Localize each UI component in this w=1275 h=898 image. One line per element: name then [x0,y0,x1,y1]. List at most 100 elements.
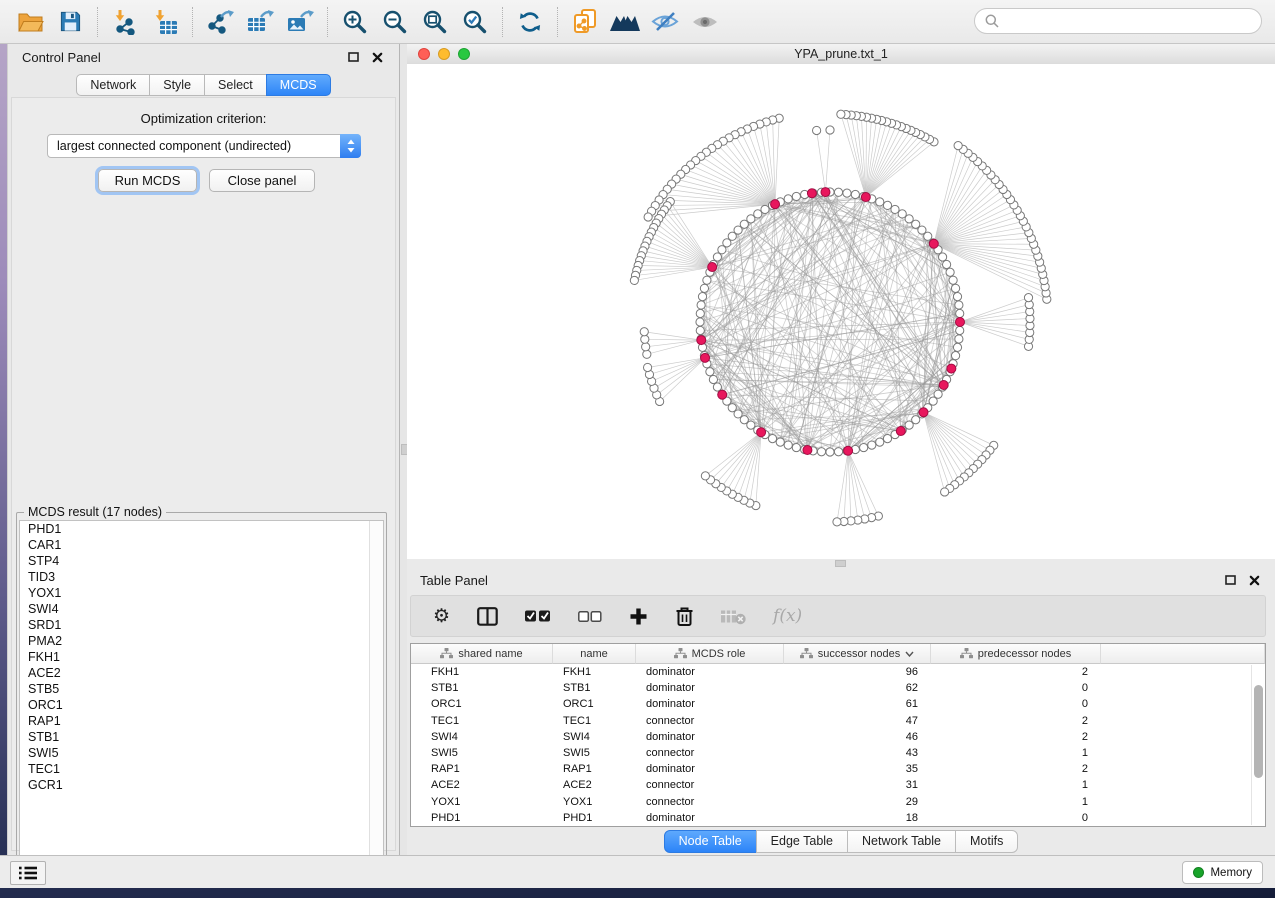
table-cell-predecessor_nodes[interactable]: 1 [931,747,1101,759]
table-cell-mcds_role[interactable]: dominator [636,666,784,678]
table-cell-successor_nodes[interactable]: 29 [784,796,931,808]
table-cell-mcds_role[interactable]: dominator [636,763,784,775]
table-cell-mcds_role[interactable]: connector [636,747,784,759]
mcds-result-item[interactable]: CAR1 [20,537,383,553]
export-image-button[interactable] [280,3,320,41]
add-column-icon[interactable] [629,607,648,626]
table-options-gear-icon[interactable]: ⚙ [433,607,450,626]
table-cell-shared_name[interactable]: YOX1 [411,796,553,808]
table-cell-name[interactable]: STB1 [553,682,636,694]
table-cell-name[interactable]: RAP1 [553,763,636,775]
mcds-result-item[interactable]: TID3 [20,569,383,585]
mcds-result-item[interactable]: RAP1 [20,713,383,729]
select-all-icon[interactable] [525,609,551,623]
table-cell-predecessor_nodes[interactable]: 2 [931,715,1101,727]
close-panel-icon[interactable] [369,49,385,65]
table-row[interactable]: ACE2ACE2connector311 [411,777,1265,793]
criterion-select[interactable]: largest connected component (undirected) [47,134,361,158]
table-cell-successor_nodes[interactable]: 61 [784,698,931,710]
export-table-button[interactable] [240,3,280,41]
table-cell-shared_name[interactable]: SWI4 [411,731,553,743]
close-panel-button[interactable]: Close panel [209,169,315,192]
table-cell-predecessor_nodes[interactable]: 1 [931,796,1101,808]
clone-network-button[interactable] [565,3,605,41]
zoom-fit-button[interactable] [415,3,455,41]
table-cell-predecessor_nodes[interactable]: 0 [931,812,1101,824]
table-row[interactable]: RAP1RAP1dominator352 [411,761,1265,777]
table-cell-mcds_role[interactable]: connector [636,715,784,727]
export-network-button[interactable] [200,3,240,41]
network-frame-titlebar[interactable]: YPA_prune.txt_1 [407,44,1275,65]
table-cell-predecessor_nodes[interactable]: 0 [931,682,1101,694]
deselect-all-icon[interactable] [578,610,602,623]
mcds-result-item[interactable]: PHD1 [20,521,383,537]
mcds-result-item[interactable]: GCR1 [20,777,383,793]
search-box[interactable] [974,8,1262,34]
show-columns-icon[interactable] [477,607,498,626]
mcds-result-item[interactable]: SRD1 [20,617,383,633]
scrollbar-thumb[interactable] [1254,685,1263,778]
float-panel-icon[interactable] [345,49,361,65]
table-row[interactable]: PHD1PHD1dominator180 [411,810,1265,826]
zoom-window-icon[interactable] [458,48,470,60]
mcds-result-item[interactable]: PMA2 [20,633,383,649]
mcds-result-item[interactable]: ORC1 [20,697,383,713]
mcds-result-item[interactable]: SWI5 [20,745,383,761]
table-cell-name[interactable]: PHD1 [553,812,636,824]
column-header-shared-name[interactable]: shared name [411,644,553,664]
import-table-button[interactable] [145,3,185,41]
search-input[interactable] [1005,13,1251,29]
table-cell-shared_name[interactable]: FKH1 [411,666,553,678]
vertical-splitter[interactable] [400,44,407,856]
tab-style[interactable]: Style [149,74,205,96]
table-cell-name[interactable]: SWI4 [553,731,636,743]
table-cell-successor_nodes[interactable]: 31 [784,779,931,791]
table-cell-predecessor_nodes[interactable]: 1 [931,779,1101,791]
table-cell-mcds_role[interactable]: dominator [636,812,784,824]
minimize-window-icon[interactable] [438,48,450,60]
delete-column-icon[interactable] [675,606,694,627]
close-window-icon[interactable] [418,48,430,60]
table-row[interactable]: TEC1TEC1connector472 [411,713,1265,729]
table-cell-predecessor_nodes[interactable]: 2 [931,666,1101,678]
tab-network[interactable]: Network [76,74,150,96]
table-cell-shared_name[interactable]: SWI5 [411,747,553,759]
table-cell-mcds_role[interactable]: connector [636,796,784,808]
network-canvas[interactable] [407,64,1275,559]
table-cell-successor_nodes[interactable]: 35 [784,763,931,775]
zoom-selected-button[interactable] [455,3,495,41]
table-row[interactable]: STB1STB1dominator620 [411,680,1265,696]
mcds-result-item[interactable]: STP4 [20,553,383,569]
table-cell-predecessor_nodes[interactable]: 2 [931,731,1101,743]
table-row[interactable]: ORC1ORC1dominator610 [411,696,1265,712]
horizontal-splitter[interactable] [407,559,1275,567]
table-cell-name[interactable]: SWI5 [553,747,636,759]
table-cell-successor_nodes[interactable]: 46 [784,731,931,743]
table-cell-mcds_role[interactable]: dominator [636,731,784,743]
table-cell-mcds_role[interactable]: connector [636,779,784,791]
mcds-result-item[interactable]: STB1 [20,729,383,745]
show-all-button[interactable] [685,3,725,41]
table-cell-shared_name[interactable]: STB1 [411,682,553,694]
table-scrollbar[interactable] [1251,665,1264,825]
open-file-button[interactable] [10,3,50,41]
zoom-in-button[interactable] [335,3,375,41]
mcds-result-item[interactable]: TEC1 [20,761,383,777]
zoom-out-button[interactable] [375,3,415,41]
mcds-result-item[interactable]: YOX1 [20,585,383,601]
mcds-result-item[interactable]: STB5 [20,681,383,697]
table-cell-name[interactable]: TEC1 [553,715,636,727]
table-cell-name[interactable]: ORC1 [553,698,636,710]
table-cell-successor_nodes[interactable]: 18 [784,812,931,824]
memory-button[interactable]: Memory [1182,861,1263,884]
mcds-result-item[interactable]: FKH1 [20,649,383,665]
table-cell-predecessor_nodes[interactable]: 0 [931,698,1101,710]
mcds-result-item[interactable]: SWI4 [20,601,383,617]
table-cell-predecessor_nodes[interactable]: 2 [931,763,1101,775]
float-panel-icon[interactable] [1222,572,1238,588]
save-session-button[interactable] [50,3,90,41]
mcds-list-scrollbar[interactable] [369,521,383,878]
table-row[interactable]: YOX1YOX1connector291 [411,794,1265,810]
close-panel-icon[interactable] [1246,572,1262,588]
task-history-button[interactable] [10,861,46,885]
